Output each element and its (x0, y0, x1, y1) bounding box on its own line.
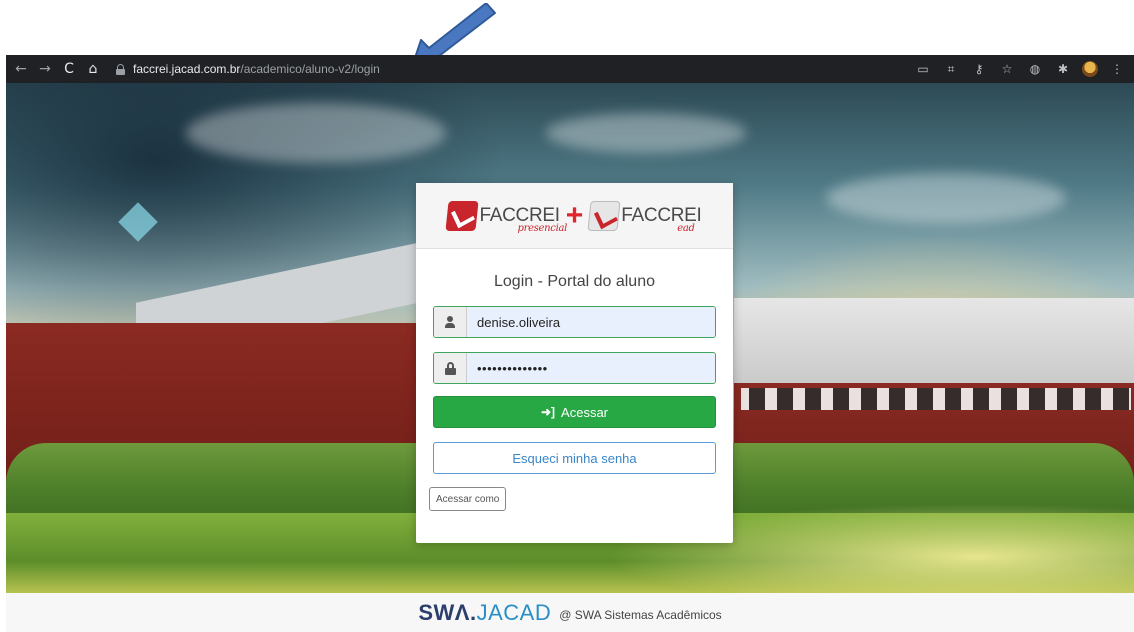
password-field (433, 352, 716, 384)
user-icon (434, 307, 467, 337)
menu-icon[interactable]: ⋮ (1108, 60, 1126, 78)
puzzle-icon[interactable]: ✱ (1054, 60, 1072, 78)
faccrei-logo-icon (445, 200, 480, 231)
browser-toolbar: ← → C ⌂ faccrei.jacad.com.br /academico/… (6, 55, 1134, 83)
login-button-label: Acessar (561, 404, 609, 420)
url-path: /academico/aluno-v2/login (240, 62, 380, 76)
page: ← → C ⌂ faccrei.jacad.com.br /academico/… (0, 0, 1134, 632)
profile-avatar[interactable] (1082, 61, 1098, 77)
forward-icon[interactable]: → (36, 60, 54, 78)
copyright-text: @ SWA Sistemas Acadêmicos (559, 607, 722, 622)
brand-logo: FACCREI presencial + FACCREI ead (416, 183, 733, 249)
username-field (433, 306, 716, 338)
key-icon[interactable]: ⚷ (970, 60, 988, 78)
cast-icon[interactable]: ▭ (914, 60, 932, 78)
url-host: faccrei.jacad.com.br (133, 62, 241, 76)
footer: SWΛ.JACAD @ SWA Sistemas Acadêmicos (6, 593, 1134, 632)
password-input[interactable] (467, 353, 715, 383)
login-button[interactable]: ➜] Acessar (433, 396, 716, 428)
lock-icon (116, 63, 125, 75)
address-bar[interactable]: faccrei.jacad.com.br /academico/aluno-v2… (116, 58, 380, 80)
extension-icon[interactable]: ◍ (1026, 60, 1044, 78)
faccrei-ead-logo: FACCREI ead (587, 200, 702, 234)
faccrei-presencial-logo: FACCREI presencial (445, 200, 567, 234)
lock-icon (434, 353, 467, 383)
home-icon[interactable]: ⌂ (84, 60, 102, 78)
swa-jacad-logo: SWΛ.JACAD (418, 599, 552, 625)
star-icon[interactable]: ☆ (998, 60, 1016, 78)
logo-plus: + (565, 198, 584, 232)
qr-icon[interactable]: ⌗ (942, 60, 960, 78)
login-card: FACCREI presencial + FACCREI ead Login - P… (416, 183, 733, 543)
back-icon[interactable]: ← (12, 60, 30, 78)
forgot-password-button[interactable]: Esqueci minha senha (433, 442, 716, 474)
username-input[interactable] (467, 307, 715, 337)
faccrei-ead-logo-icon (587, 200, 621, 231)
toolbar-actions: ▭ ⌗ ⚷ ☆ ◍ ✱ ⋮ (914, 60, 1134, 78)
access-as-button[interactable]: Acessar como (429, 487, 507, 511)
login-title: Login - Portal do aluno (494, 273, 655, 290)
reload-icon[interactable]: C (60, 60, 78, 78)
sign-in-icon: ➜] (540, 405, 556, 419)
